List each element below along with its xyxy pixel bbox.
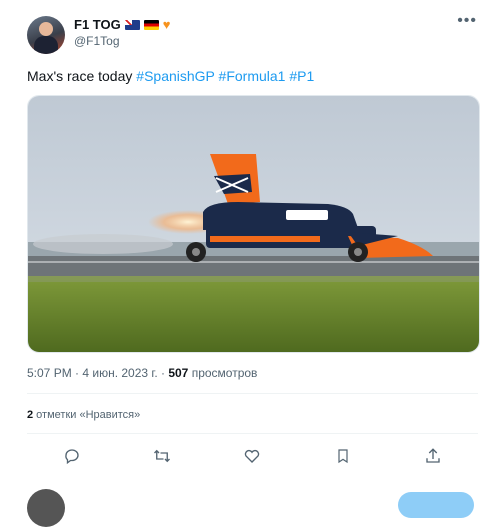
more-options-icon[interactable]: ••• bbox=[457, 12, 477, 30]
divider bbox=[27, 393, 478, 394]
likes-label: отметки «Нравится» bbox=[33, 409, 141, 421]
tweet-text: Max's race today #SpanishGP #Formula1 #P… bbox=[27, 68, 314, 84]
tweet-date[interactable]: 4 июн. 2023 г. bbox=[82, 366, 157, 380]
author-avatar[interactable] bbox=[27, 16, 65, 54]
bookmark-icon[interactable] bbox=[329, 446, 357, 466]
reply-icon[interactable] bbox=[58, 446, 86, 466]
like-icon[interactable] bbox=[238, 446, 266, 466]
hashtag-link[interactable]: #P1 bbox=[289, 68, 314, 84]
tweet-card: F1 TOG ♥ @F1Tog ••• Max's race today #Sp… bbox=[0, 0, 501, 527]
share-icon[interactable] bbox=[419, 446, 447, 466]
meta-separator: · bbox=[71, 366, 83, 380]
tweet-time[interactable]: 5:07 PM bbox=[27, 366, 72, 380]
views-label: просмотров bbox=[188, 366, 258, 380]
views-count: 507 bbox=[168, 366, 189, 380]
orange-heart-icon: ♥ bbox=[162, 17, 171, 32]
avatar-body bbox=[34, 36, 58, 54]
author-name-row: F1 TOG ♥ bbox=[74, 17, 170, 32]
hashtag-link[interactable]: #Formula1 bbox=[219, 68, 286, 84]
action-bar bbox=[27, 446, 478, 466]
divider bbox=[27, 433, 478, 434]
likes-summary[interactable]: 2 отметки «Нравится» bbox=[27, 409, 140, 421]
tweet-meta: 5:07 PM · 4 июн. 2023 г. · 507 просмотро… bbox=[27, 366, 257, 380]
reply-avatar bbox=[27, 489, 65, 527]
reply-button[interactable] bbox=[398, 492, 474, 518]
australia-flag-icon bbox=[124, 19, 140, 30]
hashtag-link[interactable]: #SpanishGP bbox=[136, 68, 214, 84]
meta-separator: · bbox=[157, 366, 169, 380]
tweet-photo[interactable] bbox=[27, 95, 480, 353]
tweet-text-body: Max's race today bbox=[27, 68, 137, 84]
rocket-car-photo bbox=[28, 96, 479, 352]
author-handle[interactable]: @F1Tog bbox=[74, 34, 120, 48]
avatar-head bbox=[39, 22, 53, 36]
germany-flag-icon bbox=[143, 19, 159, 30]
retweet-icon[interactable] bbox=[148, 446, 176, 466]
author-display-name[interactable]: F1 TOG bbox=[74, 17, 121, 32]
